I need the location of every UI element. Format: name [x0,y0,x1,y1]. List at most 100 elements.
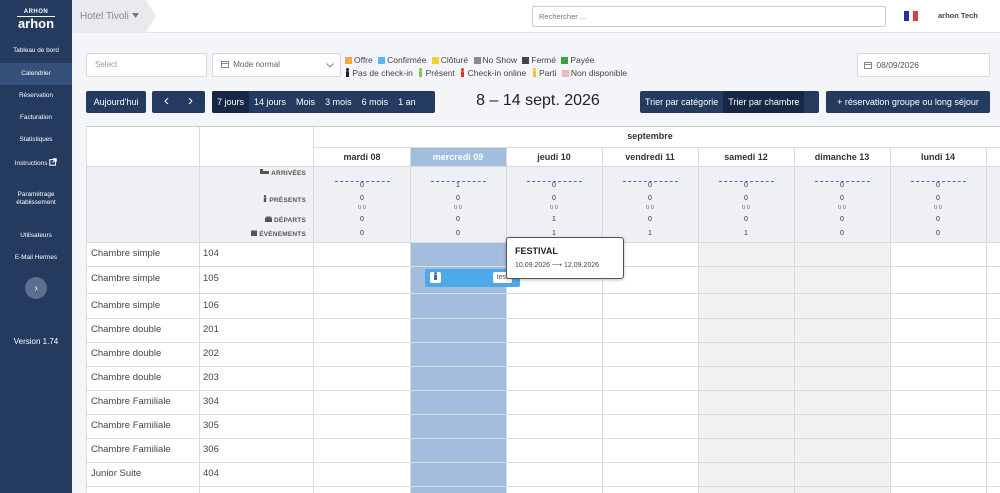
legend-confirmee: Confirmée [378,54,426,67]
present-count: 0 [744,195,748,202]
departures-count: 0 [840,216,844,223]
day-header[interactable]: vendredi 11 [602,148,698,166]
grid-line [86,366,1000,367]
events-label: ÉVÈNEMENTS [204,230,306,238]
room-number: 304 [203,396,219,407]
search-input[interactable]: Rechercher ... [532,6,886,27]
room-category: Chambre double [91,348,162,359]
next-button[interactable]: › [179,91,203,111]
grid-line [410,147,411,493]
day-header-selected[interactable]: mercredi 09 [410,148,506,166]
grid-line [86,166,1000,167]
room-number: 106 [203,300,219,311]
select-dropdown[interactable]: Select [86,53,207,77]
person-icon [461,68,465,77]
room-category: Junior Suite [91,468,142,479]
nav-calendrier[interactable]: Calendrier [0,63,72,85]
today-button[interactable]: Aujourd'hui [86,91,146,113]
grid-line [86,293,1000,294]
present-breakdown: 0 0 [646,205,654,211]
grid-line [86,127,87,493]
event-dates: 10.09.2026 ⟶ 12.09.2026 [515,262,599,269]
day-header[interactable]: samedi 12 [698,148,794,166]
legend-parti: Parti [532,67,556,80]
present-label: PRÉSENTS [204,195,306,204]
legend-row-checkin: Pas de check-in Présent Check-in online … [345,67,630,80]
grid-line [86,486,1000,487]
room-number: 305 [203,420,219,431]
present-breakdown: 0 0 [934,205,942,211]
view-month[interactable]: Mois [291,91,320,113]
nav-statistiques[interactable]: Statistiques [0,136,72,144]
view-7-days[interactable]: 7 jours [212,91,250,113]
user-name[interactable]: arhon Tech [938,11,978,20]
prev-next-group: ‹ › [152,91,205,113]
arrivals-count: 1 [456,182,460,189]
nav-facturation[interactable]: Facturation [0,114,72,122]
day-header[interactable]: dimanche 13 [794,148,890,166]
room-number: 104 [203,248,219,259]
events-count: 1 [744,230,748,237]
prev-button[interactable]: ‹ [155,91,179,111]
bed-icon [260,169,270,174]
arrivals-count: 0 [648,182,652,189]
grid-line [86,318,1000,319]
expand-sidebar-button[interactable]: › [25,277,47,299]
nav-parametrage[interactable]: Paramétrage établissement [0,191,72,207]
grid-line [698,147,699,493]
present-breakdown: 0 0 [838,205,846,211]
legend-non-disponible: Non disponible [561,67,627,80]
room-number: 201 [203,324,219,335]
day-header[interactable]: jeudi 10 [506,148,602,166]
present-count: 0 [360,195,364,202]
grid-line [86,414,1000,415]
person-icon [430,272,441,283]
logo[interactable]: ARHON arhon [17,9,55,31]
group-reservation-button[interactable]: + réservation groupe ou long séjour [826,91,990,113]
calendar-icon [251,230,258,236]
version-label: Version 1.74 [13,337,59,346]
room-category: Chambre double [91,324,162,335]
departures-count: 0 [360,216,364,223]
events-count: 0 [456,230,460,237]
arrivals-count: 0 [840,182,844,189]
event-title: FESTIVAL [515,246,558,256]
grid-line [506,147,507,493]
events-count: 0 [840,230,844,237]
person-icon [264,195,267,202]
caret-down-icon [131,13,139,18]
nav-utilisateurs[interactable]: Utilisateurs [0,232,72,240]
view-6-months[interactable]: 6 mois [357,91,394,113]
present-breakdown: 0 0 [358,205,366,211]
legend-ferme: Fermé [522,54,556,67]
date-field[interactable]: 08/09/2026 [857,53,990,77]
grid-line [313,127,314,493]
mode-select[interactable]: Mode normal [212,53,341,77]
event-tooltip: FESTIVAL 10.09.2026 ⟶ 12.09.2026 [506,237,624,279]
view-14-days[interactable]: 14 jours [249,91,291,113]
suitcase-icon [265,215,272,222]
legend-row-status: Offre Confirmée Clôturé No Show Fermé Pa… [345,54,630,67]
nav-email-hermes[interactable]: E-Mail Hermes [0,254,72,262]
person-icon [532,68,536,77]
legend-present: Présent [418,67,455,80]
view-1-year[interactable]: 1 an [393,91,421,113]
room-category: Chambre double [91,372,162,383]
nav-parametrage-label-2: établissement [16,199,56,206]
room-category: Chambre simple [91,248,161,259]
flag-fr-icon[interactable] [904,11,919,21]
date-value: 08/09/2026 [876,60,919,70]
nav-tableau-de-bord[interactable]: Tableau de bord [0,47,72,55]
legend-cloture: Clôturé [431,54,468,67]
present-breakdown: 0 0 [742,205,750,211]
legend-checkin-online: Check-in online [460,67,526,80]
view-3-months[interactable]: 3 mois [320,91,357,113]
nav-instructions-label: Instructions [14,160,48,167]
hotel-selector[interactable]: Hotel Tivoli [72,0,146,33]
day-header[interactable]: lundi 14 [890,148,986,166]
sort-by-category-button[interactable]: Trier par catégorie [640,91,723,113]
nav-instructions[interactable]: Instructions [0,158,72,168]
sort-by-room-button[interactable]: Trier par chambre [723,91,805,113]
day-header[interactable]: mardi 08 [314,148,410,166]
nav-reservation[interactable]: Réservation [0,92,72,100]
